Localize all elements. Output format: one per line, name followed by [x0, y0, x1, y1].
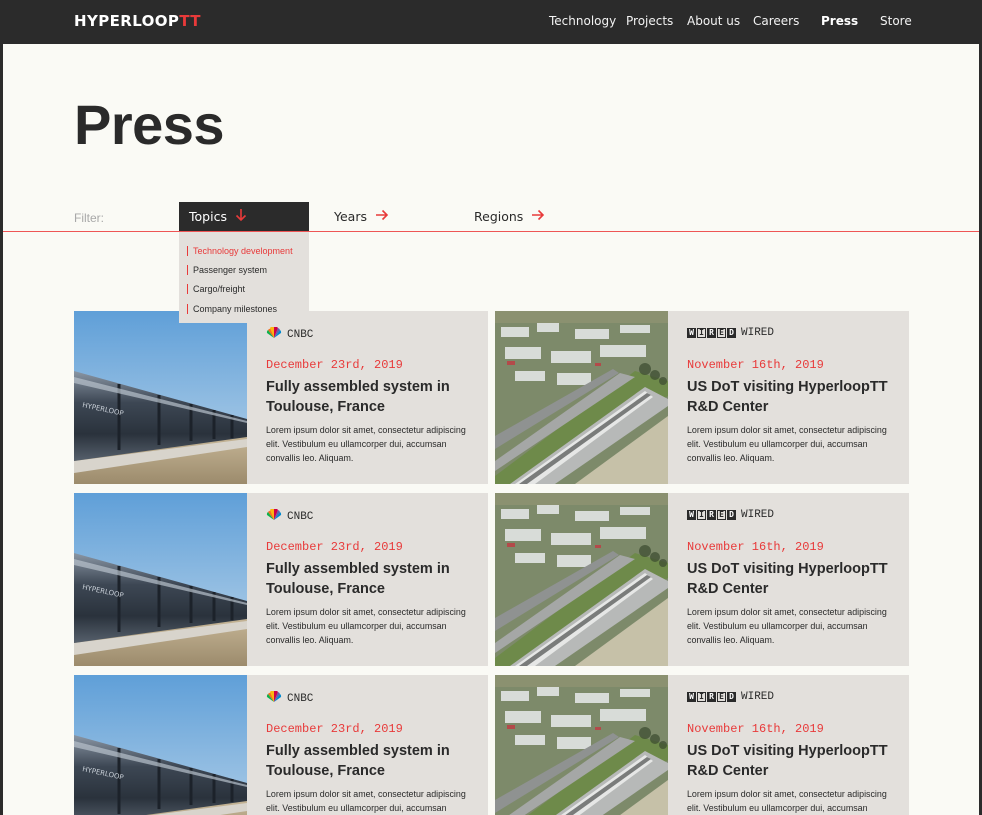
topic-option-technology-development[interactable]: Technology development [187, 246, 293, 256]
filter-tab-regions[interactable]: Regions [474, 202, 545, 231]
press-source: CNBC [266, 326, 314, 343]
filter-tab-years[interactable]: Years [334, 202, 389, 231]
press-source-name: CNBC [287, 693, 314, 705]
cnbc-peacock-icon [266, 326, 282, 343]
press-card[interactable]: WIRED WIRED November 16th, 2019 US DoT v… [495, 311, 909, 484]
nav-link-technology[interactable]: Technology [549, 14, 616, 32]
press-source-name: CNBC [287, 329, 314, 341]
aerial-test-track-photo[interactable] [495, 311, 668, 484]
filter-label: Filter: [74, 211, 104, 225]
press-date: December 23rd, 2019 [266, 358, 403, 372]
wired-logo-icon: WIRED [687, 691, 736, 703]
topic-option-cargo-freight[interactable]: Cargo/freight [187, 284, 245, 294]
press-source-name: WIRED [741, 691, 775, 703]
topic-option-company-milestones[interactable]: Company milestones [187, 304, 277, 314]
press-date: November 16th, 2019 [687, 722, 824, 736]
hyperlooptt-logo[interactable]: HYPERLOOPTT [74, 12, 201, 30]
press-date: December 23rd, 2019 [266, 540, 403, 554]
logo-wordmark: HYPERLOOP [74, 12, 180, 30]
press-excerpt: Lorem ipsum dolor sit amet, consectetur … [266, 607, 466, 645]
aerial-test-track-photo[interactable] [495, 675, 668, 815]
topic-option-passenger-system[interactable]: Passenger system [187, 265, 267, 275]
filter-tab-topics[interactable]: Topics [179, 202, 309, 231]
topics-dropdown: Technology development Passenger system … [179, 232, 309, 323]
arrow-right-icon [531, 209, 545, 225]
press-card[interactable]: WIRED WIRED November 16th, 2019 US DoT v… [495, 675, 909, 815]
press-headline[interactable]: Fully assembled system in Toulouse, Fran… [266, 559, 481, 599]
press-card[interactable]: HYPERLOOP CNBC December 23rd, 2019 Fully… [74, 675, 488, 815]
press-date: November 16th, 2019 [687, 358, 824, 372]
page-frame: HYPERLOOPTT Technology Projects About us… [3, 0, 979, 815]
cnbc-peacock-icon [266, 508, 282, 525]
press-excerpt: Lorem ipsum dolor sit amet, consectetur … [687, 607, 887, 645]
press-excerpt: Lorem ipsum dolor sit amet, consectetur … [687, 425, 887, 463]
filter-tab-label: Regions [474, 209, 524, 224]
nav-link-projects[interactable]: Projects [626, 14, 673, 32]
nav-link-careers[interactable]: Careers [753, 14, 799, 32]
aerial-test-track-photo[interactable] [495, 493, 668, 666]
nav-link-press[interactable]: Press [821, 14, 858, 32]
press-headline[interactable]: US DoT visiting HyperloopTT R&D Center [687, 741, 902, 781]
wired-logo-icon: WIRED [687, 327, 736, 339]
press-headline[interactable]: Fully assembled system in Toulouse, Fran… [266, 377, 481, 417]
press-headline[interactable]: Fully assembled system in Toulouse, Fran… [266, 741, 481, 781]
page-title: Press [74, 93, 225, 156]
filter-divider [3, 231, 979, 232]
press-excerpt: Lorem ipsum dolor sit amet, consectetur … [266, 789, 466, 813]
filter-tab-label: Years [334, 209, 367, 224]
press-source: WIRED WIRED [687, 327, 774, 339]
arrow-right-icon [375, 209, 389, 225]
press-excerpt: Lorem ipsum dolor sit amet, consectetur … [687, 789, 887, 813]
press-source: CNBC [266, 508, 314, 525]
arrow-down-icon [235, 208, 247, 226]
press-source-name: WIRED [741, 509, 775, 521]
hyperloop-tube-photo[interactable]: HYPERLOOP [74, 675, 247, 815]
press-card[interactable]: HYPERLOOP CNBC December 23rd, 2019 Fully… [74, 493, 488, 666]
press-date: November 16th, 2019 [687, 540, 824, 554]
cnbc-peacock-icon [266, 690, 282, 707]
filter-tab-label: Topics [189, 209, 227, 224]
press-headline[interactable]: US DoT visiting HyperloopTT R&D Center [687, 377, 902, 417]
press-source: WIRED WIRED [687, 509, 774, 521]
press-headline[interactable]: US DoT visiting HyperloopTT R&D Center [687, 559, 902, 599]
wired-logo-icon: WIRED [687, 509, 736, 521]
press-source: WIRED WIRED [687, 691, 774, 703]
press-source-name: WIRED [741, 327, 775, 339]
logo-accent: TT [179, 12, 201, 30]
press-excerpt: Lorem ipsum dolor sit amet, consectetur … [266, 425, 466, 463]
top-navigation-bar: HYPERLOOPTT Technology Projects About us… [3, 0, 979, 44]
nav-link-about-us[interactable]: About us [687, 14, 740, 32]
press-card[interactable]: HYPERLOOP CNBC December 23rd, 2019 Fully… [74, 311, 488, 484]
hyperloop-tube-photo[interactable]: HYPERLOOP [74, 493, 247, 666]
press-source: CNBC [266, 690, 314, 707]
nav-link-store[interactable]: Store [880, 14, 912, 32]
press-source-name: CNBC [287, 511, 314, 523]
press-date: December 23rd, 2019 [266, 722, 403, 736]
press-card[interactable]: WIRED WIRED November 16th, 2019 US DoT v… [495, 493, 909, 666]
hyperloop-tube-photo[interactable]: HYPERLOOP [74, 311, 247, 484]
